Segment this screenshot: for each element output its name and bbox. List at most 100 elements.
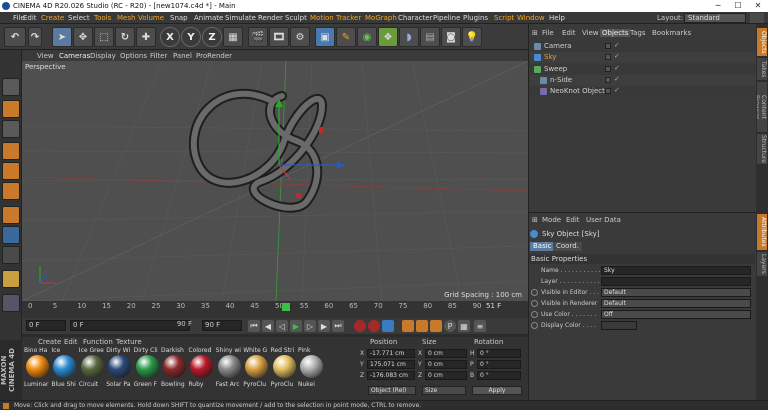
layout-select[interactable]: Standard bbox=[684, 13, 746, 23]
enabled-check-icon[interactable]: ✓ bbox=[614, 64, 620, 72]
object-row-sweep[interactable]: Sweep ✓ bbox=[530, 63, 756, 75]
obj-menu-objects[interactable]: Objects bbox=[600, 29, 631, 37]
material-swatch[interactable]: Ice Gree Circuit bbox=[79, 347, 106, 391]
layer-toggle-icon[interactable] bbox=[605, 76, 611, 83]
obj-menu-edit[interactable]: Edit bbox=[562, 29, 576, 37]
layer-toggle-icon[interactable] bbox=[605, 65, 611, 72]
menu-snap[interactable]: Snap bbox=[170, 14, 188, 22]
record-icon[interactable] bbox=[354, 320, 366, 332]
menu-edit[interactable]: Edit bbox=[23, 14, 37, 22]
subdivision-icon[interactable]: ◉ bbox=[357, 27, 377, 47]
material-swatch[interactable]: Colored Ruby bbox=[188, 347, 215, 391]
menu-volume[interactable]: Volume bbox=[138, 14, 164, 22]
layer-toggle-icon[interactable] bbox=[605, 43, 611, 49]
menu-sculpt[interactable]: Sculpt bbox=[285, 14, 307, 22]
floor-icon[interactable]: ▤ bbox=[420, 27, 440, 47]
position-key-icon[interactable] bbox=[402, 320, 414, 332]
obj-menu-bookmarks[interactable]: Bookmarks bbox=[652, 29, 691, 37]
coord-position-field[interactable]: -176.083 cm bbox=[367, 371, 415, 380]
coord-size-mode-select[interactable]: Size bbox=[422, 386, 466, 395]
gizmo-z-arrow[interactable] bbox=[337, 161, 345, 169]
side-tab-layers[interactable]: Layers bbox=[757, 252, 767, 276]
timeline-menu-icon[interactable]: ≡ bbox=[474, 320, 486, 332]
viewport-menu-display[interactable]: Display bbox=[90, 52, 116, 60]
coord-position-field[interactable]: -17.771 cm bbox=[367, 349, 415, 358]
coord-position-field[interactable]: 175.071 cm bbox=[367, 360, 415, 369]
render-picture-viewer-icon[interactable]: 🎞 bbox=[269, 27, 289, 47]
animate-radio-icon[interactable] bbox=[531, 289, 538, 296]
attr-menu-icon[interactable]: ⊞ bbox=[532, 216, 538, 224]
material-menu-texture[interactable]: Texture bbox=[116, 338, 142, 346]
start-frame-field[interactable]: 0 F bbox=[26, 320, 66, 331]
attr-menu-mode[interactable]: Mode bbox=[542, 216, 561, 224]
previous-key-icon[interactable]: ◀ bbox=[262, 320, 274, 332]
minimize-button[interactable]: ─ bbox=[708, 0, 728, 12]
world-coord-icon[interactable]: ▦ bbox=[223, 27, 243, 47]
play-icon[interactable]: ▶ bbox=[290, 320, 302, 332]
y-axis-icon[interactable]: Y bbox=[181, 27, 201, 47]
object-row-camera[interactable]: Camera ✓ bbox=[530, 41, 756, 52]
snap-icon[interactable] bbox=[2, 246, 20, 264]
attr-tab-coord[interactable]: Coord. bbox=[553, 242, 582, 251]
attr-value-text[interactable]: Sky bbox=[601, 266, 751, 275]
scale-icon[interactable]: ⬚ bbox=[94, 27, 114, 47]
obj-menu-icon[interactable]: ⊞ bbox=[532, 29, 538, 37]
apply-button[interactable]: Apply bbox=[472, 386, 522, 395]
z-axis-icon[interactable]: Z bbox=[202, 27, 222, 47]
add-icon[interactable]: ✚ bbox=[136, 27, 156, 47]
previous-frame-icon[interactable]: ◁ bbox=[276, 320, 288, 332]
timeline-ruler[interactable]: 05101520253035404550556065707580859051 5… bbox=[22, 301, 528, 318]
menu-create[interactable]: Create bbox=[41, 14, 64, 22]
coord-size-field[interactable]: 0 cm bbox=[425, 371, 467, 380]
material-menu-function[interactable]: Function bbox=[83, 338, 113, 346]
material-swatch[interactable]: White G PyroClu bbox=[243, 347, 270, 391]
attr-value-color[interactable] bbox=[601, 321, 637, 330]
next-frame-icon[interactable]: ▷ bbox=[304, 320, 316, 332]
viewport-menu-options[interactable]: Options bbox=[120, 52, 147, 60]
material-menu-create[interactable]: Create bbox=[38, 338, 61, 346]
parameter-key-icon[interactable]: P bbox=[444, 320, 456, 332]
object-row-n-side[interactable]: n-Side ✓ bbox=[530, 74, 756, 86]
menu-mograph[interactable]: MoGraph bbox=[365, 14, 397, 22]
move-icon[interactable]: ✥ bbox=[73, 27, 93, 47]
model-mode-icon[interactable] bbox=[2, 100, 20, 118]
timeline-playhead[interactable] bbox=[282, 303, 290, 311]
material-swatch[interactable]: Dirty Wi Solar Pa bbox=[106, 347, 133, 391]
menu-simulate[interactable]: Simulate bbox=[225, 14, 256, 22]
point-level-key-icon[interactable]: ▦ bbox=[458, 320, 470, 332]
coord-rotation-field[interactable]: 0 ° bbox=[477, 360, 521, 369]
menu-plugins[interactable]: Plugins bbox=[463, 14, 488, 22]
material-swatch[interactable]: Shiny wi Fast Arc bbox=[216, 347, 243, 391]
tweak-mode-icon[interactable] bbox=[2, 226, 20, 244]
scale-key-icon[interactable] bbox=[416, 320, 428, 332]
animate-radio-icon[interactable] bbox=[531, 300, 538, 307]
keyframe-selection-icon[interactable] bbox=[382, 320, 394, 332]
attr-menu-user-data[interactable]: User Data bbox=[586, 216, 621, 224]
enabled-check-icon[interactable]: ✓ bbox=[614, 41, 620, 49]
side-tab-attributes[interactable]: Attributes bbox=[757, 214, 767, 250]
autokey-icon[interactable] bbox=[368, 320, 380, 332]
rotate-icon[interactable]: ↻ bbox=[115, 27, 135, 47]
object-row-neoknot-object[interactable]: NeoKnot Object ✓ bbox=[530, 86, 756, 98]
side-tab-structure[interactable]: Structure bbox=[757, 134, 767, 164]
next-key-icon[interactable]: ▶ bbox=[318, 320, 330, 332]
material-swatch[interactable]: Bino Ha Luminar bbox=[24, 347, 51, 391]
attr-value-dropdown[interactable]: Default bbox=[601, 299, 751, 308]
coord-size-field[interactable]: 0 cm bbox=[425, 349, 467, 358]
object-row-sky[interactable]: Sky ✓ bbox=[530, 52, 756, 64]
material-swatch[interactable]: Pink Nukei bbox=[298, 347, 325, 391]
material-swatch[interactable]: Ice Blue Shi bbox=[51, 347, 78, 391]
x-axis-icon[interactable]: X bbox=[160, 27, 180, 47]
polygons-mode-icon[interactable] bbox=[2, 182, 20, 200]
menu-render[interactable]: Render bbox=[258, 14, 283, 22]
enabled-check-icon[interactable]: ✓ bbox=[614, 86, 620, 94]
menu-motion-tracker[interactable]: Motion Tracker bbox=[310, 14, 361, 22]
close-button[interactable]: ✕ bbox=[748, 0, 768, 12]
viewport-menu-cameras[interactable]: Cameras bbox=[59, 52, 90, 60]
animate-radio-icon[interactable] bbox=[531, 311, 538, 318]
menu-pipeline[interactable]: Pipeline bbox=[433, 14, 460, 22]
menu-window[interactable]: Window bbox=[517, 14, 545, 22]
viewport-menu-view[interactable]: View bbox=[37, 52, 54, 60]
layout-options-button[interactable] bbox=[750, 13, 764, 23]
animate-radio-icon[interactable] bbox=[531, 322, 538, 329]
